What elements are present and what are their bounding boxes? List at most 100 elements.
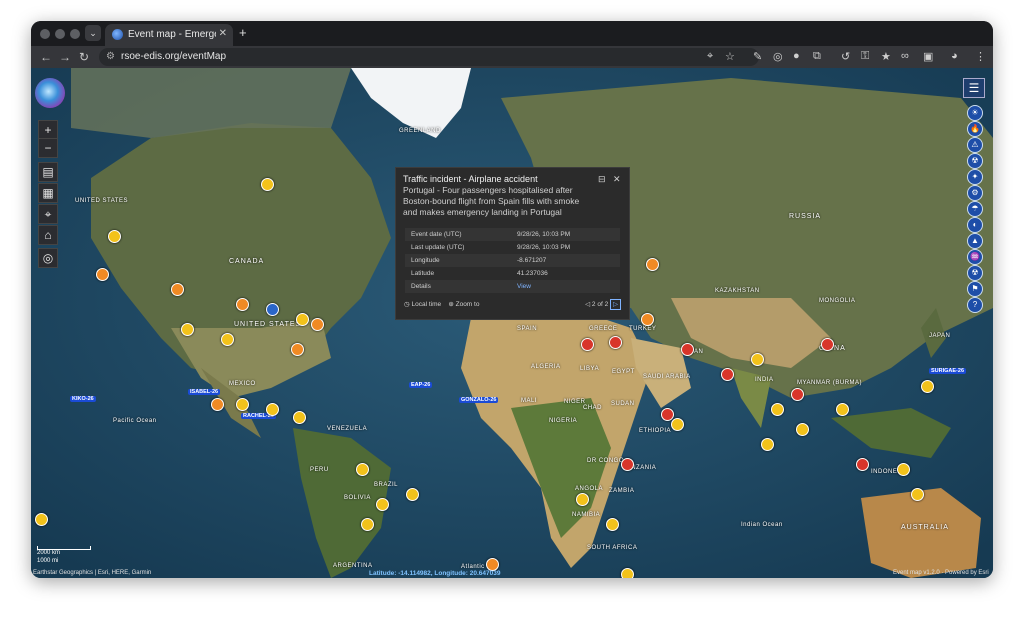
tab-search-button[interactable]: ⌄ <box>85 25 101 41</box>
event-marker[interactable] <box>836 403 849 416</box>
details-view-link[interactable]: View <box>517 283 531 290</box>
event-marker[interactable] <box>406 488 419 501</box>
history-icon[interactable]: ↺ <box>841 50 850 63</box>
storm-label[interactable]: KIKO-26 <box>70 396 96 402</box>
grid-view-icon[interactable]: ▦ <box>38 183 58 203</box>
event-marker[interactable] <box>897 463 910 476</box>
event-marker[interactable] <box>35 513 48 526</box>
event-marker[interactable] <box>921 380 934 393</box>
link-icon[interactable]: ∞ <box>901 50 909 62</box>
home-icon[interactable]: ⌂ <box>38 225 58 245</box>
profile-avatar-icon[interactable]: ◕ <box>951 50 958 62</box>
location-icon[interactable]: ⌖ <box>707 50 713 63</box>
event-marker[interactable] <box>266 403 279 416</box>
compass-icon[interactable]: ⌖ <box>38 204 58 224</box>
forward-button[interactable]: → <box>59 50 71 64</box>
storm-label[interactable]: SURIGAE-26 <box>929 368 967 374</box>
back-button[interactable]: ← <box>40 50 52 64</box>
event-marker[interactable] <box>221 333 234 346</box>
event-marker[interactable] <box>721 368 734 381</box>
zoom-out-button[interactable]: − <box>38 138 58 158</box>
notification-extension-icon[interactable]: ● <box>793 50 800 62</box>
zoom-to-button[interactable]: Zoom to <box>456 301 480 308</box>
event-marker[interactable] <box>108 230 121 243</box>
event-marker[interactable] <box>261 178 274 191</box>
event-marker[interactable] <box>751 353 764 366</box>
storm-label[interactable]: GONZALO-26 <box>459 397 499 403</box>
security-category-icon[interactable]: ⚑ <box>967 281 983 297</box>
dock-popup-icon[interactable]: ⊟ <box>598 174 606 185</box>
active-tab[interactable]: Event map - Emergency and ✕ <box>105 24 233 46</box>
fire-category-icon[interactable]: 🔥 <box>967 121 983 137</box>
storm-label[interactable]: ISABEL-26 <box>188 389 221 395</box>
previous-feature-icon[interactable]: ◁ <box>585 301 590 308</box>
event-marker[interactable] <box>671 418 684 431</box>
radiation-category-icon[interactable]: ☢ <box>967 153 983 169</box>
event-marker[interactable] <box>171 283 184 296</box>
storm-category-icon[interactable]: ☂ <box>967 201 983 217</box>
event-marker[interactable] <box>356 463 369 476</box>
event-marker[interactable] <box>211 398 224 411</box>
event-marker[interactable] <box>761 438 774 451</box>
event-marker[interactable] <box>291 343 304 356</box>
event-marker[interactable] <box>181 323 194 336</box>
zoom-in-button[interactable]: + <box>38 120 58 140</box>
event-marker[interactable] <box>771 403 784 416</box>
volcano-category-icon[interactable]: ◐ <box>967 217 983 233</box>
help-icon[interactable]: ? <box>967 297 983 313</box>
event-marker[interactable] <box>236 398 249 411</box>
event-marker[interactable] <box>296 313 309 326</box>
event-map[interactable]: + − ▤ ▦ ⌖ ⌂ ◎ ☰ ☀ 🔥 ⚠ ☢ ✦ ⚙ ☂ ◐ ▲ ♒ ☢ ⚑ … <box>31 68 993 578</box>
event-marker[interactable] <box>641 313 654 326</box>
hamburger-menu-icon[interactable]: ☰ <box>963 78 985 98</box>
maximize-window-button[interactable] <box>70 29 80 39</box>
nuclear-category-icon[interactable]: ☢ <box>967 265 983 281</box>
event-marker[interactable] <box>621 458 634 471</box>
storm-label[interactable]: EAP-26 <box>409 382 433 388</box>
weather-category-icon[interactable]: ☀ <box>967 105 983 121</box>
hazard-category-icon[interactable]: ⚠ <box>967 137 983 153</box>
list-view-icon[interactable]: ▤ <box>38 162 58 182</box>
rsoe-logo[interactable] <box>35 78 65 108</box>
address-bar[interactable]: ⚙ rsoe-edis.org/eventMap <box>99 48 759 66</box>
local-time-button[interactable]: Local time <box>411 301 441 308</box>
close-window-button[interactable] <box>40 29 50 39</box>
event-marker[interactable] <box>576 493 589 506</box>
locate-icon[interactable]: ◎ <box>38 248 58 268</box>
event-marker[interactable] <box>856 458 869 471</box>
site-settings-icon[interactable]: ⚙ <box>106 51 115 62</box>
flood-category-icon[interactable]: ♒ <box>967 249 983 265</box>
event-marker[interactable] <box>606 518 619 531</box>
industrial-category-icon[interactable]: ⚙ <box>967 185 983 201</box>
passwords-key-icon[interactable]: ⚿ <box>861 50 869 63</box>
event-marker[interactable] <box>646 258 659 271</box>
event-marker[interactable] <box>621 568 634 578</box>
close-tab-icon[interactable]: ✕ <box>219 28 227 39</box>
event-marker[interactable] <box>236 298 249 311</box>
next-feature-icon[interactable]: ▷ <box>610 299 621 310</box>
close-popup-icon[interactable]: ✕ <box>613 174 621 185</box>
event-marker[interactable] <box>911 488 924 501</box>
bookmark-star-icon[interactable]: ☆ <box>725 50 735 63</box>
new-tab-button[interactable]: + <box>239 25 247 40</box>
event-marker[interactable] <box>376 498 389 511</box>
event-marker[interactable] <box>96 268 109 281</box>
event-marker[interactable] <box>791 388 804 401</box>
minimize-window-button[interactable] <box>55 29 65 39</box>
event-marker[interactable] <box>361 518 374 531</box>
extension-icon[interactable]: ◎ <box>773 50 783 63</box>
pen-extension-icon[interactable]: ✎ <box>753 50 762 63</box>
event-marker[interactable] <box>311 318 324 331</box>
event-marker[interactable] <box>796 423 809 436</box>
sidebar-icon[interactable]: ▣ <box>923 50 933 63</box>
browser-menu-icon[interactable]: ⋮ <box>975 50 986 63</box>
event-marker[interactable] <box>609 336 622 349</box>
epidemic-category-icon[interactable]: ✦ <box>967 169 983 185</box>
event-marker[interactable] <box>821 338 834 351</box>
event-marker[interactable] <box>293 411 306 424</box>
puzzle-extensions-icon[interactable]: ⧉ <box>813 50 821 63</box>
event-marker[interactable] <box>266 303 279 316</box>
bookmarks-icon[interactable]: ★ <box>881 50 891 63</box>
event-marker[interactable] <box>681 343 694 356</box>
earthquake-category-icon[interactable]: ▲ <box>967 233 983 249</box>
